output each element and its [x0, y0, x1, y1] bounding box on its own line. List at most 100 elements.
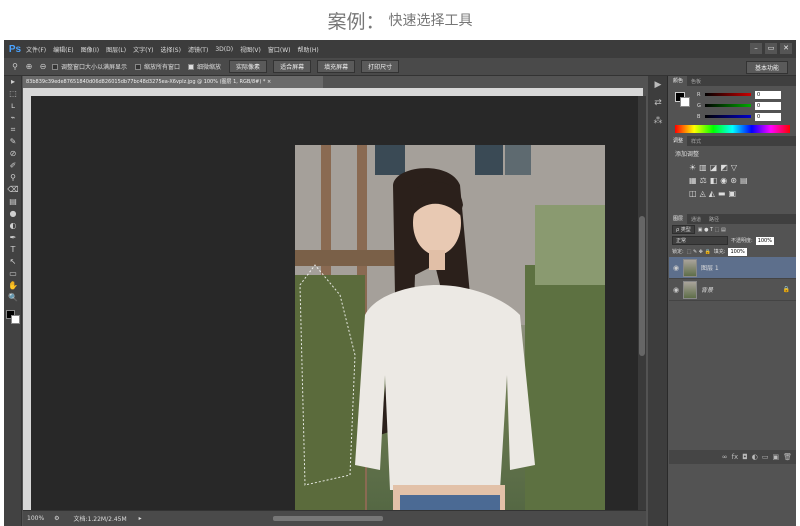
crop-tool-icon[interactable]: ⌗: [4, 124, 22, 136]
menu-type[interactable]: 文字(Y): [133, 45, 153, 54]
menu-layer[interactable]: 图层(L): [106, 45, 126, 54]
gradient-tool-icon[interactable]: ▤: [4, 196, 22, 208]
document-image[interactable]: [295, 145, 605, 510]
vertical-scroll-thumb[interactable]: [639, 216, 645, 356]
lasso-tool-icon[interactable]: ʟ: [4, 100, 22, 112]
tab-paths[interactable]: 路径: [705, 216, 723, 223]
filter-icons[interactable]: ▣ ● T ⬚ ▤: [698, 227, 726, 233]
mixer-icon[interactable]: ⊛: [730, 176, 737, 185]
red-value-field[interactable]: 0: [755, 90, 781, 99]
restore-button[interactable]: ▭: [765, 43, 777, 54]
posterize-icon[interactable]: ◬: [700, 189, 706, 198]
shape-tool-icon[interactable]: ▭: [4, 268, 22, 280]
dodge-tool-icon[interactable]: ◐: [4, 220, 22, 232]
curves-icon[interactable]: ◪: [710, 163, 718, 172]
healing-tool-icon[interactable]: ⊘: [4, 148, 22, 160]
actual-pixels-button[interactable]: 实际像素: [229, 60, 268, 73]
visibility-eye-icon[interactable]: ◉: [669, 286, 683, 294]
marquee-tool-icon[interactable]: ⬚: [4, 88, 22, 100]
stamp-tool-icon[interactable]: ⚲: [4, 172, 22, 184]
visibility-eye-icon[interactable]: ◉: [669, 264, 683, 272]
group-icon[interactable]: ▭: [762, 453, 769, 461]
gradient-map-icon[interactable]: ▬: [718, 189, 726, 198]
vibrance-icon[interactable]: ▽: [731, 163, 737, 172]
tab-channels[interactable]: 通道: [687, 216, 705, 223]
document-tab[interactable]: 83b839c39ede87651840d06d826015db77bc48d3…: [23, 76, 323, 88]
green-value-field[interactable]: 0: [755, 101, 781, 110]
fill-field[interactable]: 100%: [728, 247, 747, 256]
menu-view[interactable]: 视图(V): [240, 45, 261, 54]
print-size-button[interactable]: 打印尺寸: [361, 60, 400, 73]
invert-icon[interactable]: ◫: [689, 189, 697, 198]
blue-value-field[interactable]: 0: [755, 112, 781, 121]
color-spectrum[interactable]: [675, 125, 790, 133]
opacity-field[interactable]: 100%: [755, 236, 774, 245]
scrubby-zoom-checkbox[interactable]: 细微缩放: [188, 62, 221, 71]
close-button[interactable]: ✕: [780, 43, 792, 54]
menu-window[interactable]: 窗口(W): [268, 45, 291, 54]
threshold-icon[interactable]: ◭: [709, 189, 715, 198]
layer-kind-filter[interactable]: ρ 类型: [672, 225, 695, 234]
layer-row[interactable]: ◉ 背景 🔒: [669, 279, 796, 301]
menu-select[interactable]: 选择(S): [160, 45, 181, 54]
quick-selection-tool-icon[interactable]: ⌁: [4, 112, 22, 124]
brightness-icon[interactable]: ☀: [689, 163, 696, 172]
mask-icon[interactable]: ◘: [742, 453, 748, 461]
hand-tool-icon[interactable]: ✋: [4, 280, 22, 292]
background-color-swatch[interactable]: [11, 315, 20, 324]
delete-layer-icon[interactable]: 🗑: [783, 453, 792, 461]
layer-row[interactable]: ◉ 图层 1: [669, 257, 796, 279]
bw-icon[interactable]: ◧: [710, 176, 718, 185]
properties-panel-icon[interactable]: ⁂: [648, 112, 668, 130]
color-swatches[interactable]: [4, 308, 21, 330]
resize-windows-checkbox[interactable]: 调整窗口大小以满屏显示: [52, 62, 127, 71]
lock-icons[interactable]: ⬚ ✎ ✥ 🔒: [687, 249, 711, 255]
menu-image[interactable]: 图像(I): [81, 45, 99, 54]
horizontal-scroll-thumb[interactable]: [273, 516, 383, 521]
lookup-icon[interactable]: ▤: [740, 176, 748, 185]
tab-styles[interactable]: 样式: [687, 138, 705, 145]
zoom-tool-sidebar-icon[interactable]: 🔍: [4, 292, 22, 304]
eraser-tool-icon[interactable]: ⌫: [4, 184, 22, 196]
tab-layers[interactable]: 图层: [669, 214, 688, 224]
swap-panel-icon[interactable]: ⇄: [648, 94, 668, 112]
fx-icon[interactable]: fx: [732, 453, 739, 461]
zoom-out-icon[interactable]: ⊖: [38, 62, 48, 72]
balance-icon[interactable]: ⚖: [700, 176, 707, 185]
hue-icon[interactable]: ▦: [689, 176, 697, 185]
zoom-in-icon[interactable]: ⊕: [24, 62, 34, 72]
status-menu-arrow[interactable]: ▸: [139, 515, 142, 522]
tab-swatches[interactable]: 色板: [687, 78, 705, 85]
layer-name[interactable]: 图层 1: [701, 263, 719, 272]
workspace-selector[interactable]: 基本功能: [745, 61, 788, 74]
fill-screen-button[interactable]: 填充屏幕: [317, 60, 356, 73]
levels-icon[interactable]: ▥: [699, 163, 707, 172]
layer-name[interactable]: 背景: [701, 285, 713, 294]
new-layer-icon[interactable]: ▣: [772, 453, 779, 461]
bg-color-chip[interactable]: [680, 97, 690, 107]
type-tool-icon[interactable]: T: [4, 244, 22, 256]
zoom-all-checkbox[interactable]: 缩放所有窗口: [135, 62, 180, 71]
move-tool-icon[interactable]: ▸: [4, 76, 22, 88]
red-slider[interactable]: [705, 93, 751, 96]
adjustment-layer-icon[interactable]: ◐: [752, 453, 758, 461]
blend-mode-select[interactable]: 正常: [672, 236, 728, 245]
tab-adjustments[interactable]: 调整: [669, 136, 688, 146]
blue-slider[interactable]: [705, 115, 751, 118]
menu-filter[interactable]: 滤镜(T): [188, 45, 208, 54]
menu-file[interactable]: 文件(F): [26, 45, 46, 54]
exposure-icon[interactable]: ◩: [720, 163, 728, 172]
path-selection-tool-icon[interactable]: ↖: [4, 256, 22, 268]
green-slider[interactable]: [705, 104, 751, 107]
tab-color[interactable]: 颜色: [669, 76, 688, 86]
selective-color-icon[interactable]: ▣: [728, 189, 736, 198]
zoom-tool-icon[interactable]: ⚲: [10, 62, 20, 72]
status-zoom[interactable]: 100%: [27, 515, 44, 522]
menu-help[interactable]: 帮助(H): [298, 45, 319, 54]
menu-edit[interactable]: 编辑(E): [53, 45, 73, 54]
photo-filter-icon[interactable]: ◉: [720, 176, 727, 185]
canvas-area[interactable]: [31, 96, 638, 510]
eyedropper-tool-icon[interactable]: ✎: [4, 136, 22, 148]
menu-3d[interactable]: 3D(D): [215, 46, 233, 53]
fit-screen-button[interactable]: 适合屏幕: [273, 60, 312, 73]
